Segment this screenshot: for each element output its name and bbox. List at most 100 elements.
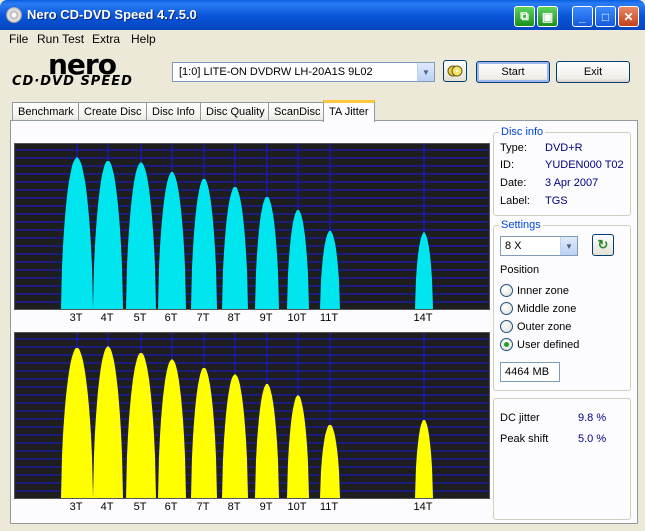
- drive-info-button[interactable]: [443, 60, 467, 82]
- close-button[interactable]: ✕: [618, 6, 639, 27]
- results-group: DC jitter 9.8 % Peak shift 5.0 %: [493, 398, 631, 520]
- x-tick-label: 7T: [196, 312, 210, 324]
- radio-button[interactable]: [500, 302, 513, 315]
- chevron-down-icon[interactable]: ▼: [560, 237, 577, 255]
- peak-shift-value: 5.0 %: [578, 433, 607, 445]
- refresh-speeds-button[interactable]: ↻: [592, 234, 614, 256]
- chevron-down-icon[interactable]: ▼: [417, 63, 434, 81]
- id-label: ID:: [500, 159, 515, 171]
- jitter-peak-10T: [287, 395, 309, 498]
- dc-jitter-value: 9.8 %: [578, 412, 607, 424]
- date-value: 3 Apr 2007: [545, 177, 599, 189]
- menu-extra[interactable]: Extra: [92, 32, 120, 46]
- settings-title: Settings: [499, 219, 543, 231]
- radio-label: Inner zone: [517, 284, 569, 297]
- land-jitter-plot: [15, 144, 489, 309]
- menu-file[interactable]: File: [9, 32, 28, 46]
- disc-info-title: Disc info: [499, 126, 546, 138]
- window-title: Nero CD-DVD Speed 4.7.5.0: [27, 7, 197, 22]
- drive-select[interactable]: [1:0] LITE-ON DVDRW LH-20A1S 9L02 ▼: [172, 62, 435, 82]
- radio-middle-zone[interactable]: Middle zone: [500, 302, 576, 315]
- x-tick-label: 14T: [413, 501, 433, 513]
- jitter-peak-6T: [158, 359, 186, 498]
- save-icon[interactable]: ▣: [537, 6, 558, 27]
- jitter-peak-4T: [93, 346, 123, 498]
- x-tick-label: 3T: [69, 312, 83, 324]
- jitter-peak-10T: [287, 210, 309, 309]
- jitter-peak-11T: [320, 231, 340, 309]
- jitter-peak-14T: [415, 420, 433, 498]
- jitter-peak-9T: [255, 384, 279, 498]
- disc-info-group: Disc info Type: DVD+R ID: YUDEN000 T02 D…: [493, 126, 631, 216]
- groove-jitter-plot: [15, 333, 489, 498]
- maximize-button[interactable]: □: [595, 6, 616, 27]
- jitter-peak-6T: [158, 172, 186, 309]
- x-tick-label: 14T: [413, 312, 433, 324]
- x-tick-label: 4T: [100, 312, 114, 324]
- type-label: Type:: [500, 142, 527, 154]
- radio-outer-zone[interactable]: Outer zone: [500, 320, 571, 333]
- jitter-peak-14T: [415, 232, 433, 309]
- title-bar: Nero CD-DVD Speed 4.7.5.0 ⧉ ▣ _ □ ✕: [0, 0, 645, 30]
- x-tick-label: 3T: [69, 501, 83, 513]
- x-tick-label: 8T: [227, 312, 241, 324]
- tab-ta-jitter[interactable]: TA Jitter: [323, 100, 375, 122]
- start-button[interactable]: Start: [476, 61, 550, 83]
- x-tick-label: 9T: [259, 312, 273, 324]
- tab-benchmark[interactable]: Benchmark: [12, 102, 80, 121]
- menu-run-test[interactable]: Run Test: [37, 32, 84, 46]
- radio-button[interactable]: [500, 284, 513, 297]
- x-tick-label: 5T: [133, 501, 147, 513]
- nero-logo: nero CD·DVD SPEED: [10, 48, 160, 92]
- minimize-button[interactable]: _: [572, 6, 593, 27]
- radio-label: User defined: [517, 338, 580, 351]
- label-value: TGS: [545, 195, 568, 207]
- x-tick-label: 8T: [227, 501, 241, 513]
- land-jitter-chart: [14, 143, 490, 310]
- radio-label: Middle zone: [517, 302, 577, 315]
- x-tick-label: 11T: [319, 501, 339, 513]
- x-tick-label: 10T: [287, 312, 307, 324]
- speed-select-value: 8 X: [505, 240, 522, 252]
- size-input[interactable]: 4464 MB: [500, 362, 560, 382]
- jitter-peak-5T: [126, 353, 156, 498]
- drive-select-value: [1:0] LITE-ON DVDRW LH-20A1S 9L02: [179, 66, 373, 78]
- tab-disc-quality[interactable]: Disc Quality: [200, 102, 271, 121]
- id-value: YUDEN000 T02: [545, 159, 624, 171]
- menu-help[interactable]: Help: [131, 32, 156, 46]
- tab-disc-info[interactable]: Disc Info: [146, 102, 201, 121]
- radio-inner-zone[interactable]: Inner zone: [500, 284, 569, 297]
- tab-create-disc[interactable]: Create Disc: [78, 102, 148, 121]
- exit-button[interactable]: Exit: [556, 61, 630, 83]
- peak-shift-label: Peak shift: [500, 433, 549, 445]
- x-tick-label: 10T: [287, 501, 307, 513]
- date-label: Date:: [500, 177, 527, 189]
- app-disc-icon[interactable]: [6, 7, 22, 23]
- dc-jitter-label: DC jitter: [500, 412, 540, 424]
- jitter-peak-5T: [126, 162, 156, 309]
- jitter-peak-11T: [320, 425, 340, 498]
- radio-user-defined[interactable]: User defined: [500, 338, 579, 351]
- jitter-peak-3T: [61, 157, 93, 309]
- jitter-peak-8T: [222, 374, 248, 498]
- settings-group: Settings 8 X ▼ ↻ Position Inner zone Mid…: [493, 219, 631, 391]
- radio-button[interactable]: [500, 338, 513, 351]
- x-tick-label: 5T: [133, 312, 147, 324]
- x-tick-label: 4T: [100, 501, 114, 513]
- radio-button[interactable]: [500, 320, 513, 333]
- x-tick-label: 6T: [164, 501, 178, 513]
- x-tick-label: 7T: [196, 501, 210, 513]
- radio-label: Outer zone: [517, 320, 572, 333]
- copy-icon[interactable]: ⧉: [514, 6, 535, 27]
- label-label: Label:: [500, 195, 530, 207]
- position-label: Position: [500, 264, 540, 276]
- discs-icon: [447, 65, 463, 77]
- groove-jitter-chart: [14, 332, 490, 499]
- x-tick-label: 9T: [259, 501, 273, 513]
- type-value: DVD+R: [545, 142, 583, 154]
- logo-product: CD·DVD SPEED: [12, 74, 133, 89]
- menu-bar: File Run Test Extra Help: [0, 30, 645, 48]
- speed-select[interactable]: 8 X ▼: [500, 236, 578, 256]
- tab-scandisc[interactable]: ScanDisc: [268, 102, 327, 121]
- refresh-icon: ↻: [597, 237, 609, 252]
